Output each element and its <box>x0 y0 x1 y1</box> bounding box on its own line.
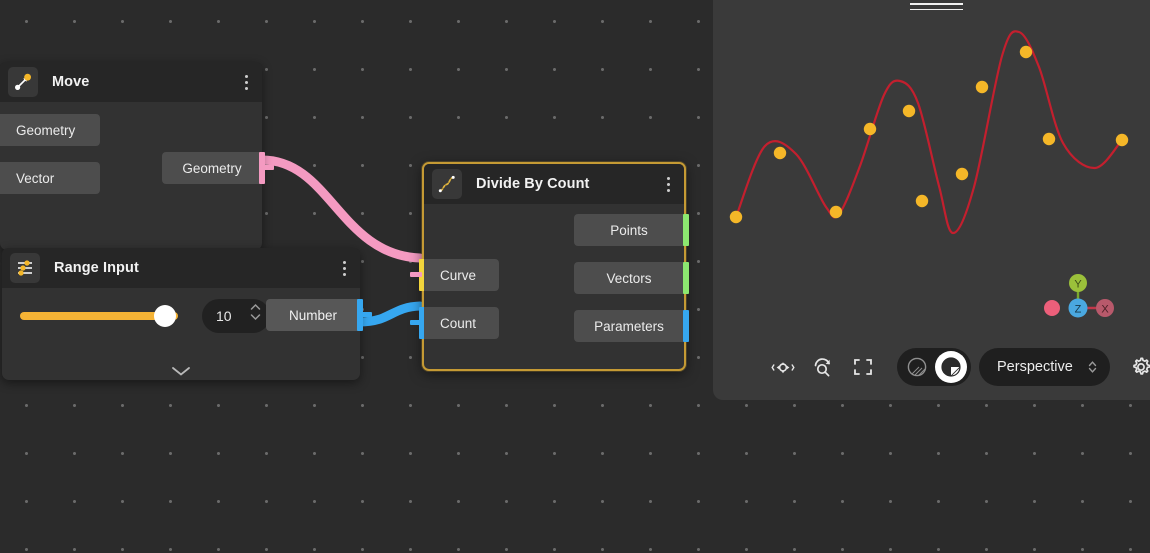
port-curve-in[interactable]: Curve <box>424 259 499 291</box>
chevron-down-icon[interactable] <box>170 365 192 377</box>
curve-points-group <box>730 46 1128 223</box>
port-nub-curve-in <box>410 272 422 277</box>
port-points-out[interactable]: Points <box>574 214 684 246</box>
curve-point <box>916 195 928 207</box>
node-divide-by-count-body: Points Vectors Parameters <box>424 204 684 369</box>
port-geometry-out-label: Geometry <box>182 161 241 176</box>
node-divide-by-count-header[interactable]: Divide By Count <box>424 164 684 204</box>
projection-select[interactable]: Perspective <box>979 348 1110 386</box>
port-nub-geometry-out <box>262 165 274 170</box>
port-number-out[interactable]: Number <box>266 299 360 331</box>
viewport-edge-lines <box>910 3 963 14</box>
port-points-out-label: Points <box>610 223 648 238</box>
range-number-input[interactable]: 10 <box>202 299 270 333</box>
node-divide-by-count-title: Divide By Count <box>476 176 656 192</box>
port-row-points-out: Points <box>424 214 684 246</box>
viewport-toolbar[interactable]: Perspective <box>763 348 1150 386</box>
orbit-pan-icon[interactable] <box>763 350 803 384</box>
node-move-header[interactable]: Move <box>0 62 262 102</box>
projection-select-label: Perspective <box>997 359 1073 375</box>
node-divide-by-count[interactable]: Divide By Count Points Vectors <box>422 162 686 371</box>
node-range-input-expander[interactable] <box>2 365 360 377</box>
range-number-value: 10 <box>216 308 232 324</box>
port-nub-number-out <box>360 312 372 317</box>
viewport-curve-render <box>713 0 1150 400</box>
range-number-stepper[interactable] <box>250 303 261 321</box>
move-vector-icon <box>8 67 38 97</box>
node-range-input-menu-button[interactable] <box>332 253 356 283</box>
range-slider[interactable] <box>20 305 178 327</box>
port-number-out-label: Number <box>289 308 337 323</box>
node-range-input-title: Range Input <box>54 260 332 276</box>
port-geometry-out[interactable]: Geometry <box>162 152 262 184</box>
node-range-input[interactable]: Range Input 10 <box>2 248 360 380</box>
curve-point <box>976 81 988 93</box>
chevron-updown-icon[interactable] <box>1087 359 1098 375</box>
sliders-icon <box>10 253 40 283</box>
svg-text:Y: Y <box>1074 279 1082 291</box>
svg-text:X: X <box>1101 304 1109 316</box>
port-connector-points-out[interactable] <box>683 214 689 246</box>
curve-point <box>730 211 742 223</box>
port-count-in-label: Count <box>440 316 476 331</box>
curve-point <box>903 105 915 117</box>
axis-gizmo[interactable]: Y X Z <box>1040 270 1120 330</box>
shaded-sphere-icon[interactable] <box>935 351 967 383</box>
curve-point <box>1020 46 1032 58</box>
port-vector-in-label: Vector <box>16 171 54 186</box>
curve-point <box>864 123 876 135</box>
port-count-in[interactable]: Count <box>424 307 499 339</box>
port-row-curve-in: Curve <box>424 259 684 291</box>
curve-point <box>830 206 842 218</box>
input-ports: Curve Count <box>424 259 684 339</box>
port-vector-in[interactable]: Vector <box>0 162 100 194</box>
node-editor-canvas[interactable]: Move Geometry Vector Geometry <box>0 0 1150 553</box>
shading-mode-group[interactable] <box>897 348 971 386</box>
range-slider-knob[interactable] <box>154 305 176 327</box>
gear-icon[interactable] <box>1122 348 1150 386</box>
port-geometry-in[interactable]: Geometry <box>0 114 100 146</box>
port-curve-in-label: Curve <box>440 268 476 283</box>
port-nub-count-in <box>410 320 422 325</box>
node-range-input-body: 10 Number <box>2 288 360 380</box>
gizmo-axis-neg-x[interactable] <box>1044 300 1060 316</box>
curve-point <box>956 168 968 180</box>
curve-geometry <box>736 31 1122 233</box>
node-move[interactable]: Move Geometry Vector Geometry <box>0 62 262 250</box>
curve-point <box>1043 133 1055 145</box>
port-row-count-in: Count <box>424 307 684 339</box>
node-move-menu-button[interactable] <box>234 67 258 97</box>
reset-view-icon[interactable] <box>803 350 843 384</box>
curve-points-icon <box>432 169 462 199</box>
frame-fit-icon[interactable] <box>843 350 883 384</box>
chevron-up-icon[interactable] <box>250 303 261 311</box>
wireframe-sphere-icon[interactable] <box>901 351 933 383</box>
curve-point <box>774 147 786 159</box>
wire-geometry-to-curve <box>262 160 420 258</box>
node-divide-by-count-menu-button[interactable] <box>656 169 680 199</box>
node-range-input-header[interactable]: Range Input <box>2 248 360 288</box>
node-move-body: Geometry Vector Geometry <box>0 102 262 250</box>
port-geometry-in-label: Geometry <box>16 123 75 138</box>
viewport-3d[interactable]: Y X Z <box>713 0 1150 400</box>
svg-text:Z: Z <box>1075 304 1082 316</box>
node-move-title: Move <box>52 74 234 90</box>
curve-point <box>1116 134 1128 146</box>
chevron-down-icon[interactable] <box>250 313 261 321</box>
port-row-geometry-in: Geometry <box>0 114 262 146</box>
